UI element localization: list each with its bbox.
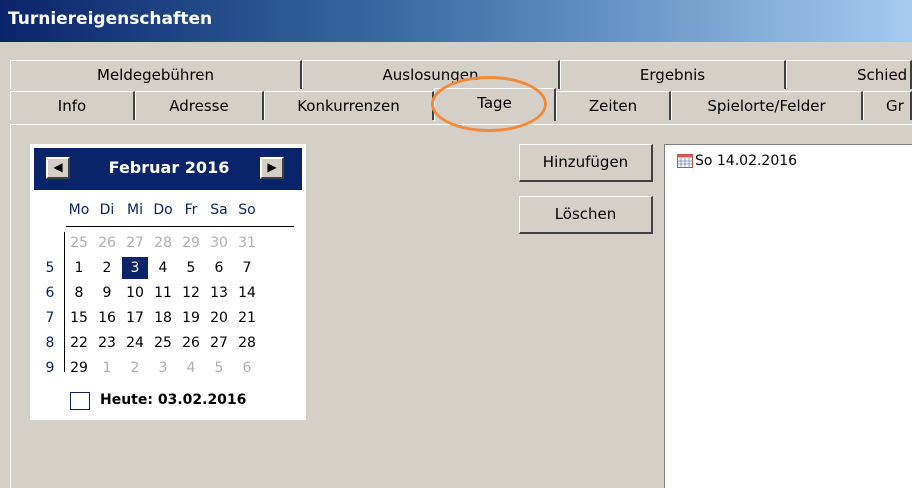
week-number: 8 (45, 335, 55, 351)
tab-auslosungen[interactable]: Auslosungen (302, 60, 560, 89)
tab-tage[interactable]: Tage (434, 88, 556, 121)
calendar-day[interactable]: 7 (234, 257, 260, 279)
calendar-day[interactable]: 2 (122, 357, 148, 379)
calendar-day[interactable]: 16 (94, 307, 120, 329)
tab-zeiten[interactable]: Zeiten (556, 91, 671, 120)
calendar-day[interactable]: 4 (178, 357, 204, 379)
calendar-header: ◀ Februar 2016 ▶ (34, 148, 302, 190)
calendar-day[interactable]: 9 (94, 282, 120, 304)
calendar-day[interactable]: 19 (178, 307, 204, 329)
calendar-day[interactable]: 1 (94, 357, 120, 379)
weekday-divider (66, 226, 294, 227)
week-number: 7 (45, 310, 55, 326)
left-arrow-icon: ◀ (53, 160, 63, 174)
calendar-day[interactable]: 3 (122, 257, 148, 279)
tab-adresse[interactable]: Adresse (135, 91, 264, 120)
weekday-label: Mi (127, 202, 143, 218)
calendar-day[interactable]: 17 (122, 307, 148, 329)
calendar-day[interactable]: 3 (150, 357, 176, 379)
week-number: 5 (45, 260, 55, 276)
calendar-day[interactable]: 2 (94, 257, 120, 279)
calendar-day[interactable]: 27 (122, 232, 148, 254)
tab-row-front: Info Adresse Konkurrenzen Tage Zeiten Sp… (10, 88, 912, 121)
calendar-day[interactable]: 14 (234, 282, 260, 304)
calendar-day[interactable]: 4 (150, 257, 176, 279)
calendar-day[interactable]: 6 (234, 357, 260, 379)
weekday-label: Fr (184, 202, 198, 218)
tab-konkurrenzen[interactable]: Konkurrenzen (264, 91, 434, 120)
calendar-day[interactable]: 30 (206, 232, 232, 254)
calendar-day[interactable]: 23 (94, 332, 120, 354)
calendar-day[interactable]: 29 (178, 232, 204, 254)
week-number: 9 (45, 360, 55, 376)
calendar-day[interactable]: 29 (66, 357, 92, 379)
calendar-day[interactable]: 25 (66, 232, 92, 254)
calendar-day[interactable]: 20 (206, 307, 232, 329)
list-item[interactable]: So 14.02.2016 (677, 151, 797, 171)
days-list[interactable]: So 14.02.2016 (664, 144, 912, 488)
calendar-day[interactable]: 11 (150, 282, 176, 304)
calendar-day[interactable]: 27 (206, 332, 232, 354)
calendar-day[interactable]: 24 (122, 332, 148, 354)
calendar-day[interactable]: 28 (234, 332, 260, 354)
calendar-day[interactable]: 22 (66, 332, 92, 354)
calendar-day[interactable]: 13 (206, 282, 232, 304)
calendar-day[interactable]: 8 (66, 282, 92, 304)
calendar-day[interactable]: 26 (178, 332, 204, 354)
tab-ergebnis[interactable]: Ergebnis (560, 60, 786, 89)
weekday-label: So (238, 202, 256, 218)
prev-month-button[interactable]: ◀ (46, 157, 70, 179)
today-marker-icon (70, 392, 90, 410)
calendar-day[interactable]: 25 (150, 332, 176, 354)
calendar-day[interactable]: 18 (150, 307, 176, 329)
weekday-label: Do (153, 202, 173, 218)
calendar-day[interactable]: 15 (66, 307, 92, 329)
calendar-day[interactable]: 26 (94, 232, 120, 254)
calendar-day[interactable]: 5 (206, 357, 232, 379)
month-calendar[interactable]: ◀ Februar 2016 ▶ Mo Di Mi Do Fr Sa So 25 26 27 28… (30, 144, 306, 420)
add-button[interactable]: Hinzufügen (519, 144, 653, 182)
month-label: Februar 2016 (108, 158, 230, 177)
right-arrow-icon: ▶ (267, 160, 277, 174)
weekday-label: Sa (210, 202, 228, 218)
week-number-divider (64, 232, 65, 372)
calendar-day[interactable]: 1 (66, 257, 92, 279)
calendar-day[interactable]: 5 (178, 257, 204, 279)
tab-info[interactable]: Info (10, 91, 135, 120)
calendar-day[interactable]: 21 (234, 307, 260, 329)
calendar-day[interactable]: 12 (178, 282, 204, 304)
tab-meldegebuehren[interactable]: Meldegebühren (10, 60, 302, 89)
calendar-day[interactable]: 28 (150, 232, 176, 254)
calendar-icon (677, 154, 693, 168)
calendar-day[interactable]: 6 (206, 257, 232, 279)
list-item-label: So 14.02.2016 (695, 153, 798, 169)
weekday-label: Di (99, 202, 115, 218)
tab-spielorte-felder[interactable]: Spielorte/Felder (671, 91, 863, 120)
calendar-day[interactable]: 31 (234, 232, 260, 254)
week-number: 6 (45, 285, 55, 301)
today-link[interactable]: Heute: 03.02.2016 (100, 392, 246, 408)
tab-schied[interactable]: Schied (786, 60, 912, 89)
tab-gr[interactable]: Gr (863, 91, 912, 120)
next-month-button[interactable]: ▶ (260, 157, 284, 179)
window-title: Turniereigenschaften (8, 9, 213, 29)
calendar-day[interactable]: 10 (122, 282, 148, 304)
tab-row-back: Meldegebühren Auslosungen Ergebnis Schie… (10, 60, 912, 89)
title-bar: Turniereigenschaften (0, 0, 912, 42)
weekday-label: Mo (68, 202, 90, 218)
delete-button[interactable]: Löschen (519, 196, 653, 234)
